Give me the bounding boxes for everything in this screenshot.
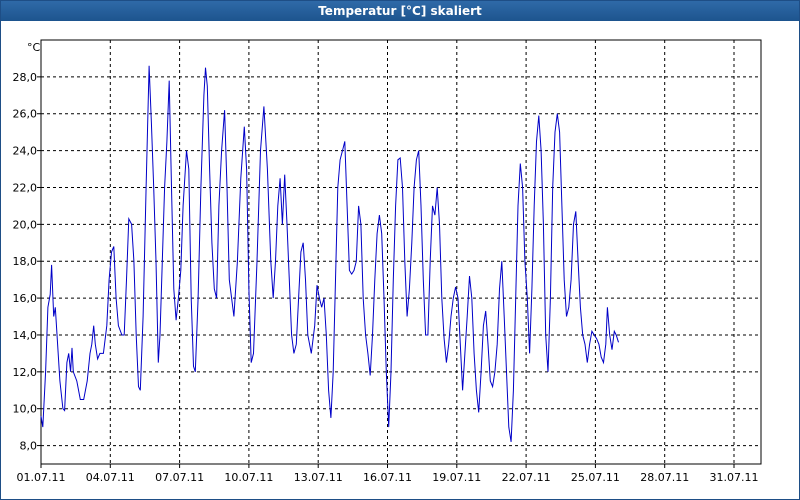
- y-tick-label: 24,0: [13, 145, 38, 158]
- y-axis-unit: °C: [27, 41, 41, 54]
- y-tick-label: 22,0: [13, 181, 38, 194]
- x-axis-ticks: 01.07.11 04.07.11 07.07.11 10.07.11 13.07.11…: [17, 464, 759, 484]
- temperature-chart: 8,0 10,0 12,0 14,0 16,0 18,0 20,0 22,0 24,0 26,0 2…: [13, 39, 762, 484]
- y-tick-label: 28,0: [13, 71, 38, 84]
- y-tick-label: 16,0: [13, 292, 38, 305]
- x-tick-label: 10.07.11: [224, 471, 273, 484]
- y-tick-label: 14,0: [13, 329, 38, 342]
- y-tick-label: 12,0: [13, 366, 38, 379]
- y-tick-label: 26,0: [13, 108, 38, 121]
- x-tick-label: 28.07.11: [640, 471, 689, 484]
- x-tick-label: 22.07.11: [502, 471, 551, 484]
- y-tick-label: 20,0: [13, 218, 38, 231]
- x-tick-label: 13.07.11: [294, 471, 343, 484]
- y-tick-label: 18,0: [13, 255, 38, 268]
- x-tick-label: 31.07.11: [710, 471, 759, 484]
- window-title: Temperatur [°C] skaliert: [1, 1, 799, 21]
- x-tick-label: 04.07.11: [86, 471, 135, 484]
- x-tick-label: 25.07.11: [571, 471, 620, 484]
- x-tick-label: 07.07.11: [155, 471, 204, 484]
- x-tick-label: 01.07.11: [17, 471, 66, 484]
- y-axis-ticks: 8,0 10,0 12,0 14,0 16,0 18,0 20,0 22,0 24,0 26,0 2…: [13, 71, 41, 453]
- x-tick-label: 16.07.11: [363, 471, 412, 484]
- y-tick-label: 8,0: [20, 440, 38, 453]
- chart-window: Temperatur [°C] skaliert 8,0 10,0 12,0 14,0…: [0, 0, 800, 500]
- x-tick-label: 19.07.11: [432, 471, 481, 484]
- plot-area-frame: [40, 39, 762, 465]
- y-tick-label: 10,0: [13, 403, 38, 416]
